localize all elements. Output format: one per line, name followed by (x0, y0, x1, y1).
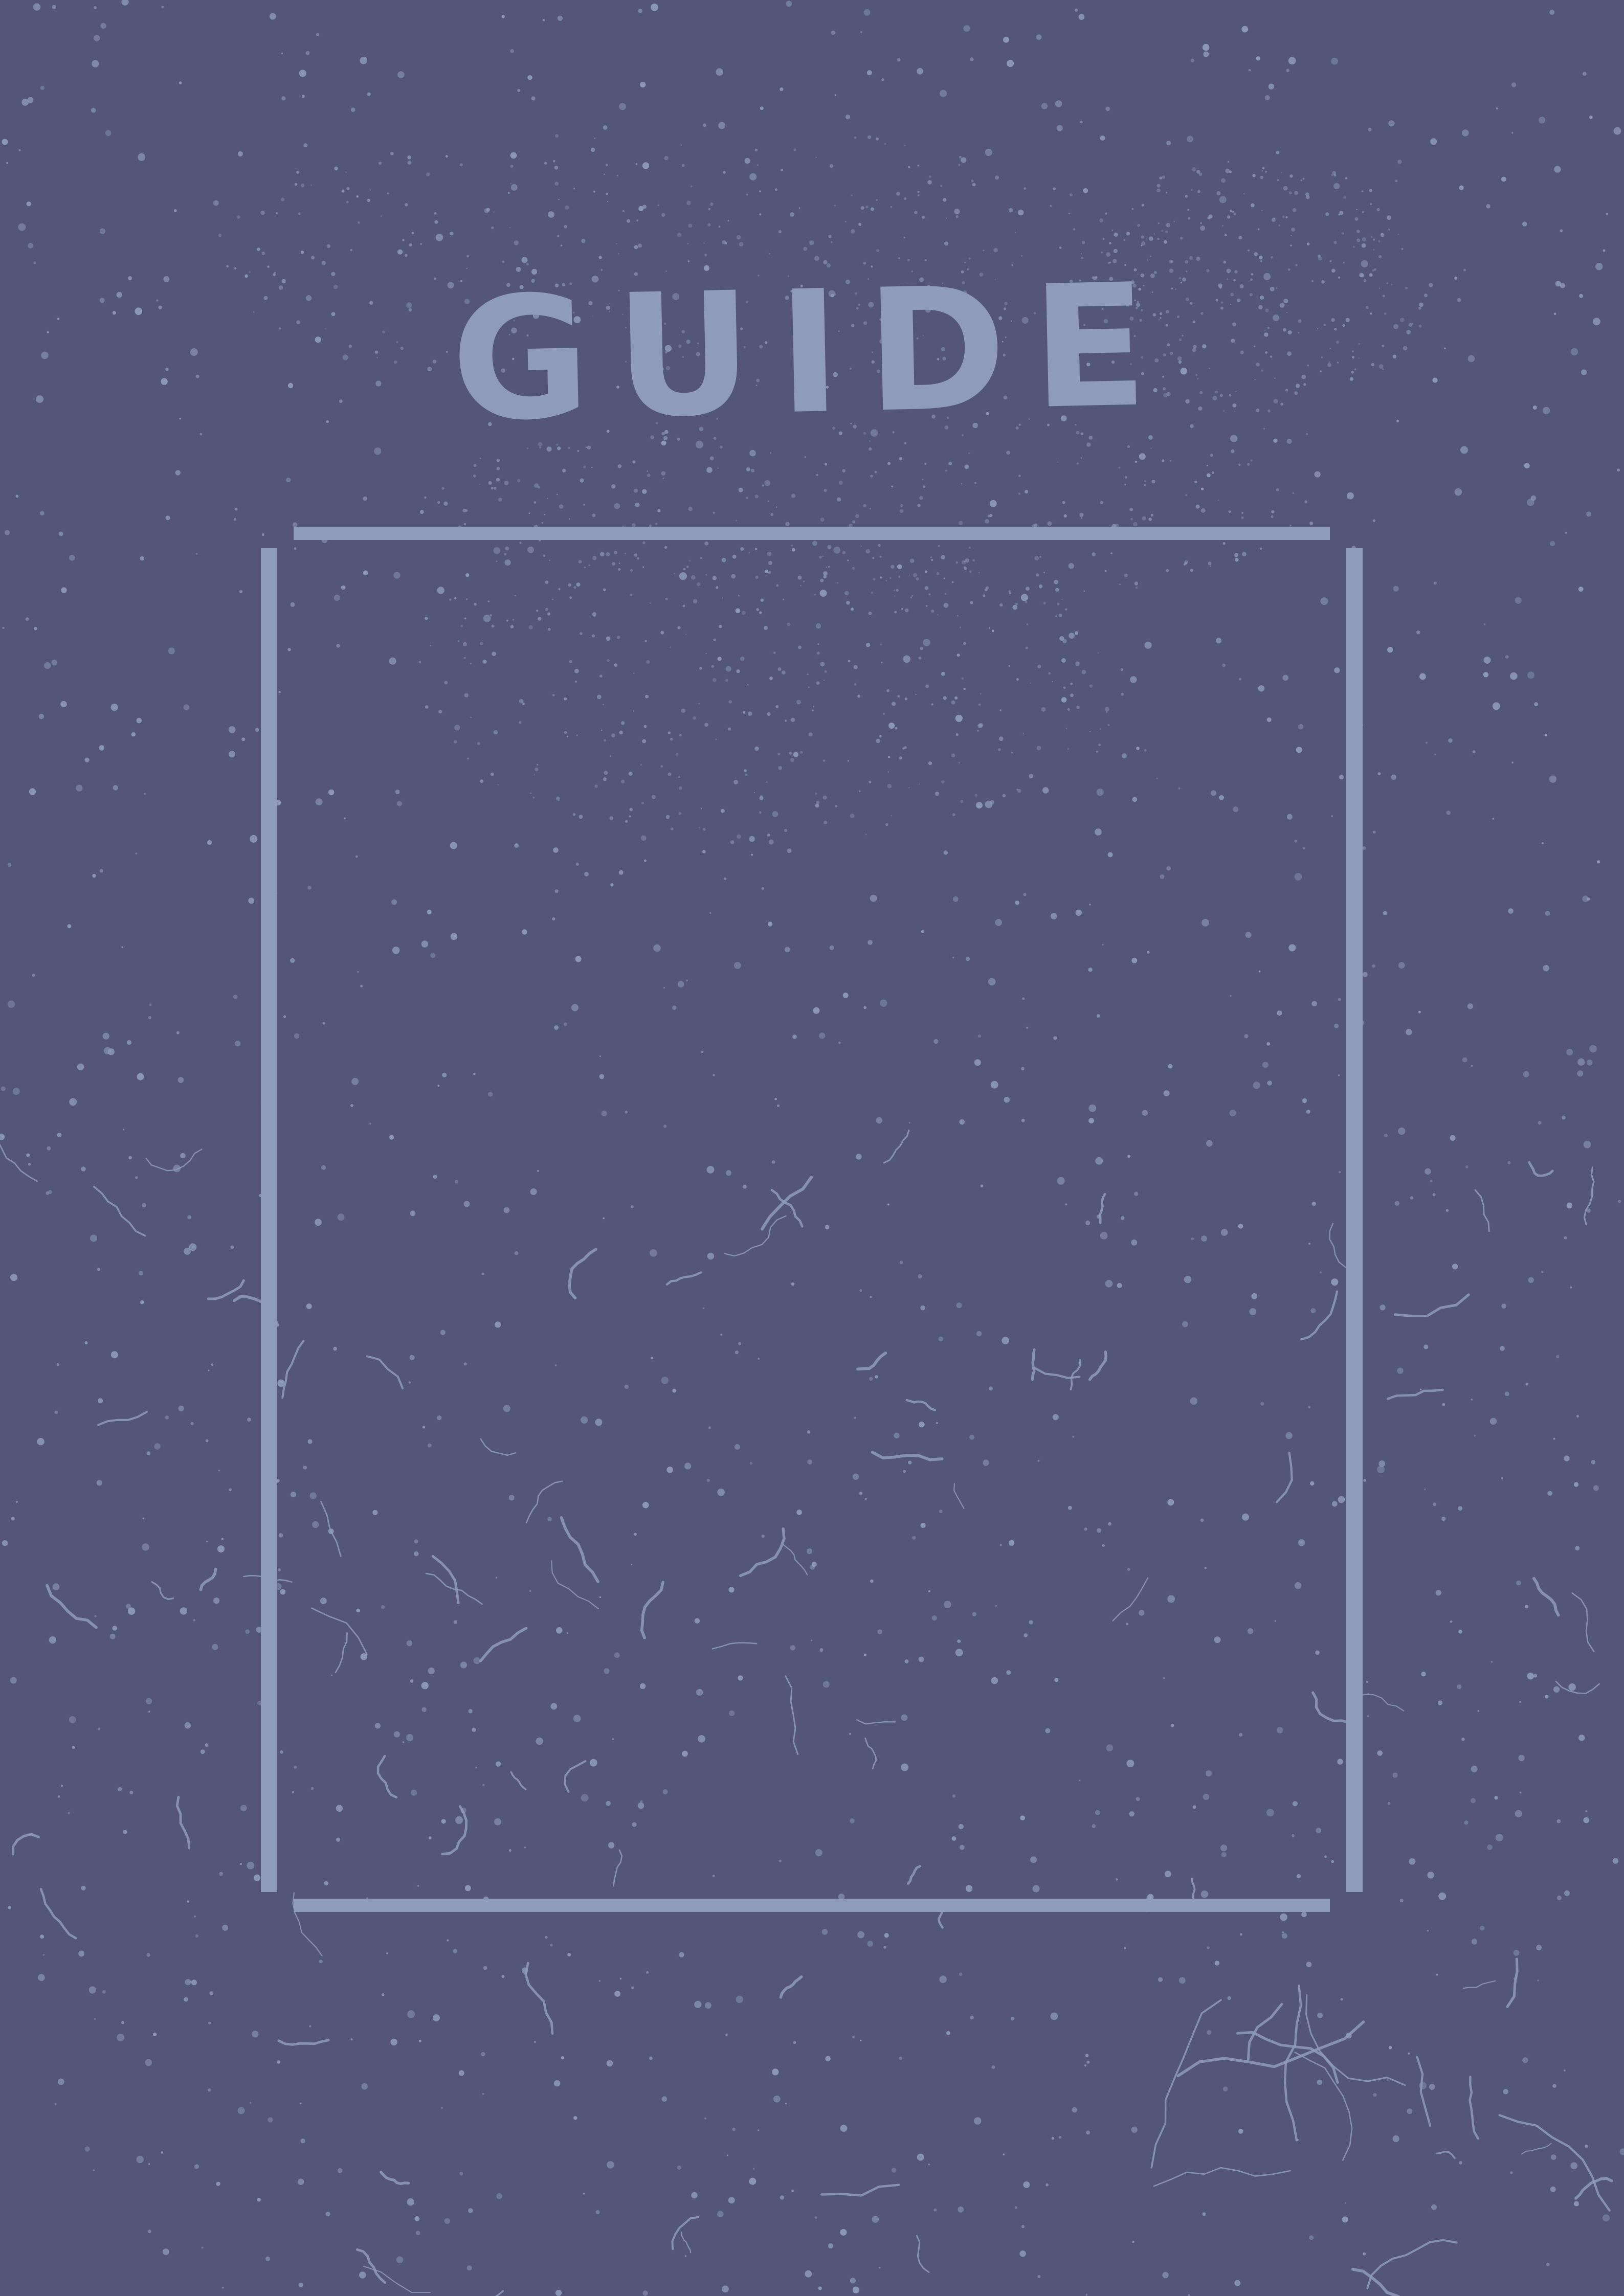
frame-top-border (294, 527, 1330, 540)
guide-cover-page: { "cover": { "title": "GUIDE" }, "colors… (0, 0, 1624, 2296)
frame-left-border (261, 548, 277, 1892)
frame-right-border (1346, 548, 1363, 1892)
page-title: GUIDE (449, 247, 1175, 459)
frame-bottom-border (294, 1899, 1330, 1912)
